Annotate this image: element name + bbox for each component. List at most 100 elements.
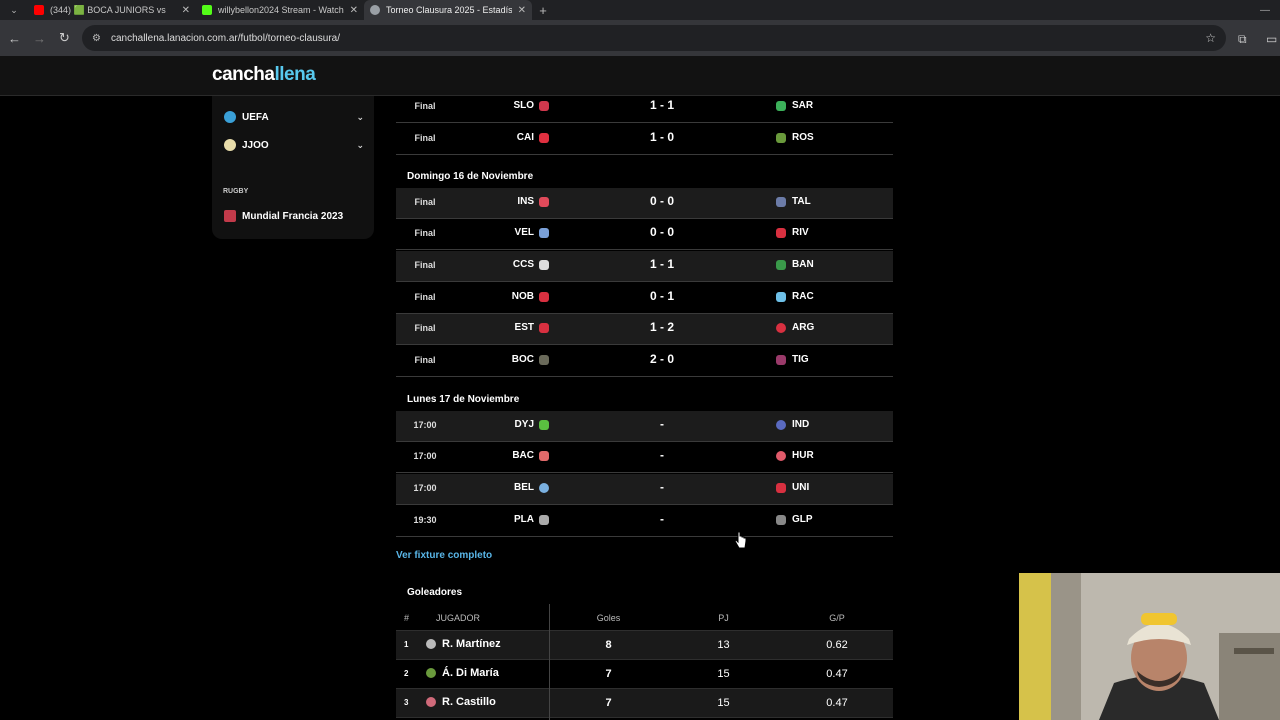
- match-time: 17:00: [413, 420, 437, 430]
- bookmark-star-icon[interactable]: ☆: [1205, 31, 1216, 45]
- home-team: BEL: [514, 482, 549, 493]
- profile-icon[interactable]: ▭: [1266, 32, 1277, 46]
- team-crest-icon: [539, 259, 549, 270]
- address-toolbar: ← → ↻ ⚙ canchallena.lanacion.com.ar/futb…: [0, 20, 1280, 56]
- goals-per-match: 0.47: [826, 697, 848, 709]
- site-header: canchallena: [0, 56, 1280, 96]
- match-row[interactable]: Final INS 0 - 0 TAL: [396, 188, 893, 219]
- away-team-code: IND: [792, 419, 810, 430]
- match-score: -: [660, 512, 664, 526]
- match-score: 1 - 1: [649, 98, 674, 112]
- goals: 8: [605, 639, 612, 651]
- match-row[interactable]: Final CAI 1 - 0 ROS: [396, 124, 893, 155]
- minimize-icon[interactable]: —: [1250, 5, 1280, 16]
- rank: 2: [404, 669, 409, 678]
- team-crest-icon: [539, 514, 549, 525]
- close-tab-icon[interactable]: ✕: [182, 5, 190, 16]
- match-row[interactable]: 17:00 BEL - UNI: [396, 474, 893, 505]
- match-time: 19:30: [413, 515, 437, 525]
- goals-per-match: 0.47: [826, 668, 848, 680]
- away-team-code: ARG: [792, 322, 815, 333]
- back-icon[interactable]: ←: [2, 31, 27, 46]
- away-team-code: ROS: [792, 132, 814, 143]
- team-crest-icon: [776, 354, 786, 365]
- match-row[interactable]: 17:00 BAC - HUR: [396, 442, 893, 473]
- team-crest-icon: [776, 100, 786, 111]
- col-header-pj[interactable]: PJ: [666, 613, 781, 623]
- col-header-goals[interactable]: Goles: [556, 613, 661, 623]
- team-crest-icon: [539, 354, 549, 365]
- rank: 1: [404, 640, 409, 649]
- away-team-code: TAL: [792, 196, 811, 207]
- extensions-icon[interactable]: ⧉: [1238, 32, 1247, 47]
- site-logo[interactable]: canchallena: [212, 64, 316, 86]
- column-divider: [549, 604, 550, 720]
- match-row[interactable]: 17:00 DYJ - IND: [396, 411, 893, 442]
- match-status: Final: [414, 101, 436, 111]
- match-row[interactable]: Final BOC 2 - 0 TIG: [396, 346, 893, 377]
- olympics-icon: [224, 139, 236, 151]
- close-tab-icon[interactable]: ✕: [518, 5, 526, 16]
- day-header: Lunes 17 de Noviembre: [407, 394, 520, 405]
- match-row[interactable]: Final VEL 0 - 0 RIV: [396, 219, 893, 250]
- site-info-icon[interactable]: ⚙: [92, 33, 101, 44]
- url-bar[interactable]: ⚙ canchallena.lanacion.com.ar/futbol/tor…: [82, 25, 1226, 51]
- away-team: IND: [776, 419, 809, 430]
- close-tab-icon[interactable]: ✕: [350, 5, 358, 16]
- match-row[interactable]: Final EST 1 - 2 ARG: [396, 314, 893, 345]
- logo-main: cancha: [212, 64, 275, 85]
- match-score: -: [660, 417, 664, 431]
- chevron-down-icon[interactable]: ⌄: [356, 140, 364, 151]
- table-row[interactable]: 3 R. Castillo 7 15 0.47: [396, 689, 893, 718]
- matches-played: 15: [717, 697, 730, 709]
- webcam-overlay: [1019, 573, 1280, 720]
- sidebar-item-mundial-francia[interactable]: Mundial Francia 2023: [224, 206, 364, 226]
- browser-tab[interactable]: (344) 🟩 BOCA JUNIORS vs ✕: [28, 0, 196, 20]
- browser-tab[interactable]: willybellon2024 Stream - Watch ✕: [196, 0, 364, 20]
- sidebar-item-label: UEFA: [242, 111, 269, 123]
- table-row[interactable]: 1 R. Martínez 8 13 0.62: [396, 631, 893, 660]
- reload-icon[interactable]: ↻: [52, 30, 77, 46]
- sidebar-item-label: Mundial Francia 2023: [242, 210, 344, 222]
- team-crest-icon: [539, 322, 549, 333]
- team-crest-icon: [776, 227, 786, 238]
- team-crest-icon: [539, 196, 549, 207]
- player-name: R. Martínez: [442, 638, 501, 650]
- match-status: Final: [414, 197, 436, 207]
- match-row[interactable]: Final CCS 1 - 1 BAN: [396, 251, 893, 282]
- match-row[interactable]: Final NOB 0 - 1 RAC: [396, 283, 893, 314]
- team-crest-icon: [426, 668, 436, 678]
- player: Á. Di María: [426, 667, 499, 679]
- away-team-code: UNI: [792, 482, 810, 493]
- away-team-code: SAR: [792, 100, 814, 111]
- goals-per-match: 0.62: [826, 639, 848, 651]
- sidebar-item-uefa[interactable]: UEFA ⌄: [224, 107, 364, 127]
- away-team-code: HUR: [792, 450, 814, 461]
- team-crest-icon: [539, 291, 549, 302]
- away-team: ROS: [776, 132, 814, 143]
- away-team: SAR: [776, 100, 813, 111]
- scorers-title: Goleadores: [407, 587, 463, 598]
- home-team: INS: [517, 196, 549, 207]
- match-row[interactable]: Final SLO 1 - 1 SAR: [396, 92, 893, 123]
- sidebar-item-jjoo[interactable]: JJOO ⌄: [224, 135, 364, 155]
- chevron-down-icon[interactable]: ⌄: [356, 112, 364, 123]
- table-row[interactable]: 2 Á. Di María 7 15 0.47: [396, 660, 893, 689]
- full-fixture-link[interactable]: Ver fixture completo: [396, 550, 492, 561]
- forward-icon[interactable]: →: [27, 31, 52, 46]
- col-header-gp[interactable]: G/P: [781, 613, 893, 623]
- team-crest-icon: [776, 259, 786, 270]
- match-row[interactable]: 19:30 PLA - GLP: [396, 506, 893, 537]
- match-score: 1 - 2: [649, 320, 674, 334]
- match-status: Final: [414, 228, 436, 238]
- new-tab-icon[interactable]: +: [532, 3, 554, 18]
- team-crest-icon: [539, 132, 549, 143]
- col-header-player[interactable]: JUGADOR: [436, 613, 480, 623]
- browser-tab-active[interactable]: Torneo Clausura 2025 - Estadís ✕: [364, 0, 532, 20]
- home-team-code: SLO: [513, 100, 534, 111]
- tab-search-icon[interactable]: ⌄: [0, 0, 28, 20]
- match-status: Final: [414, 133, 436, 143]
- team-crest-icon: [539, 227, 549, 238]
- team-crest-icon: [426, 639, 436, 649]
- match-score: 1 - 1: [649, 257, 674, 271]
